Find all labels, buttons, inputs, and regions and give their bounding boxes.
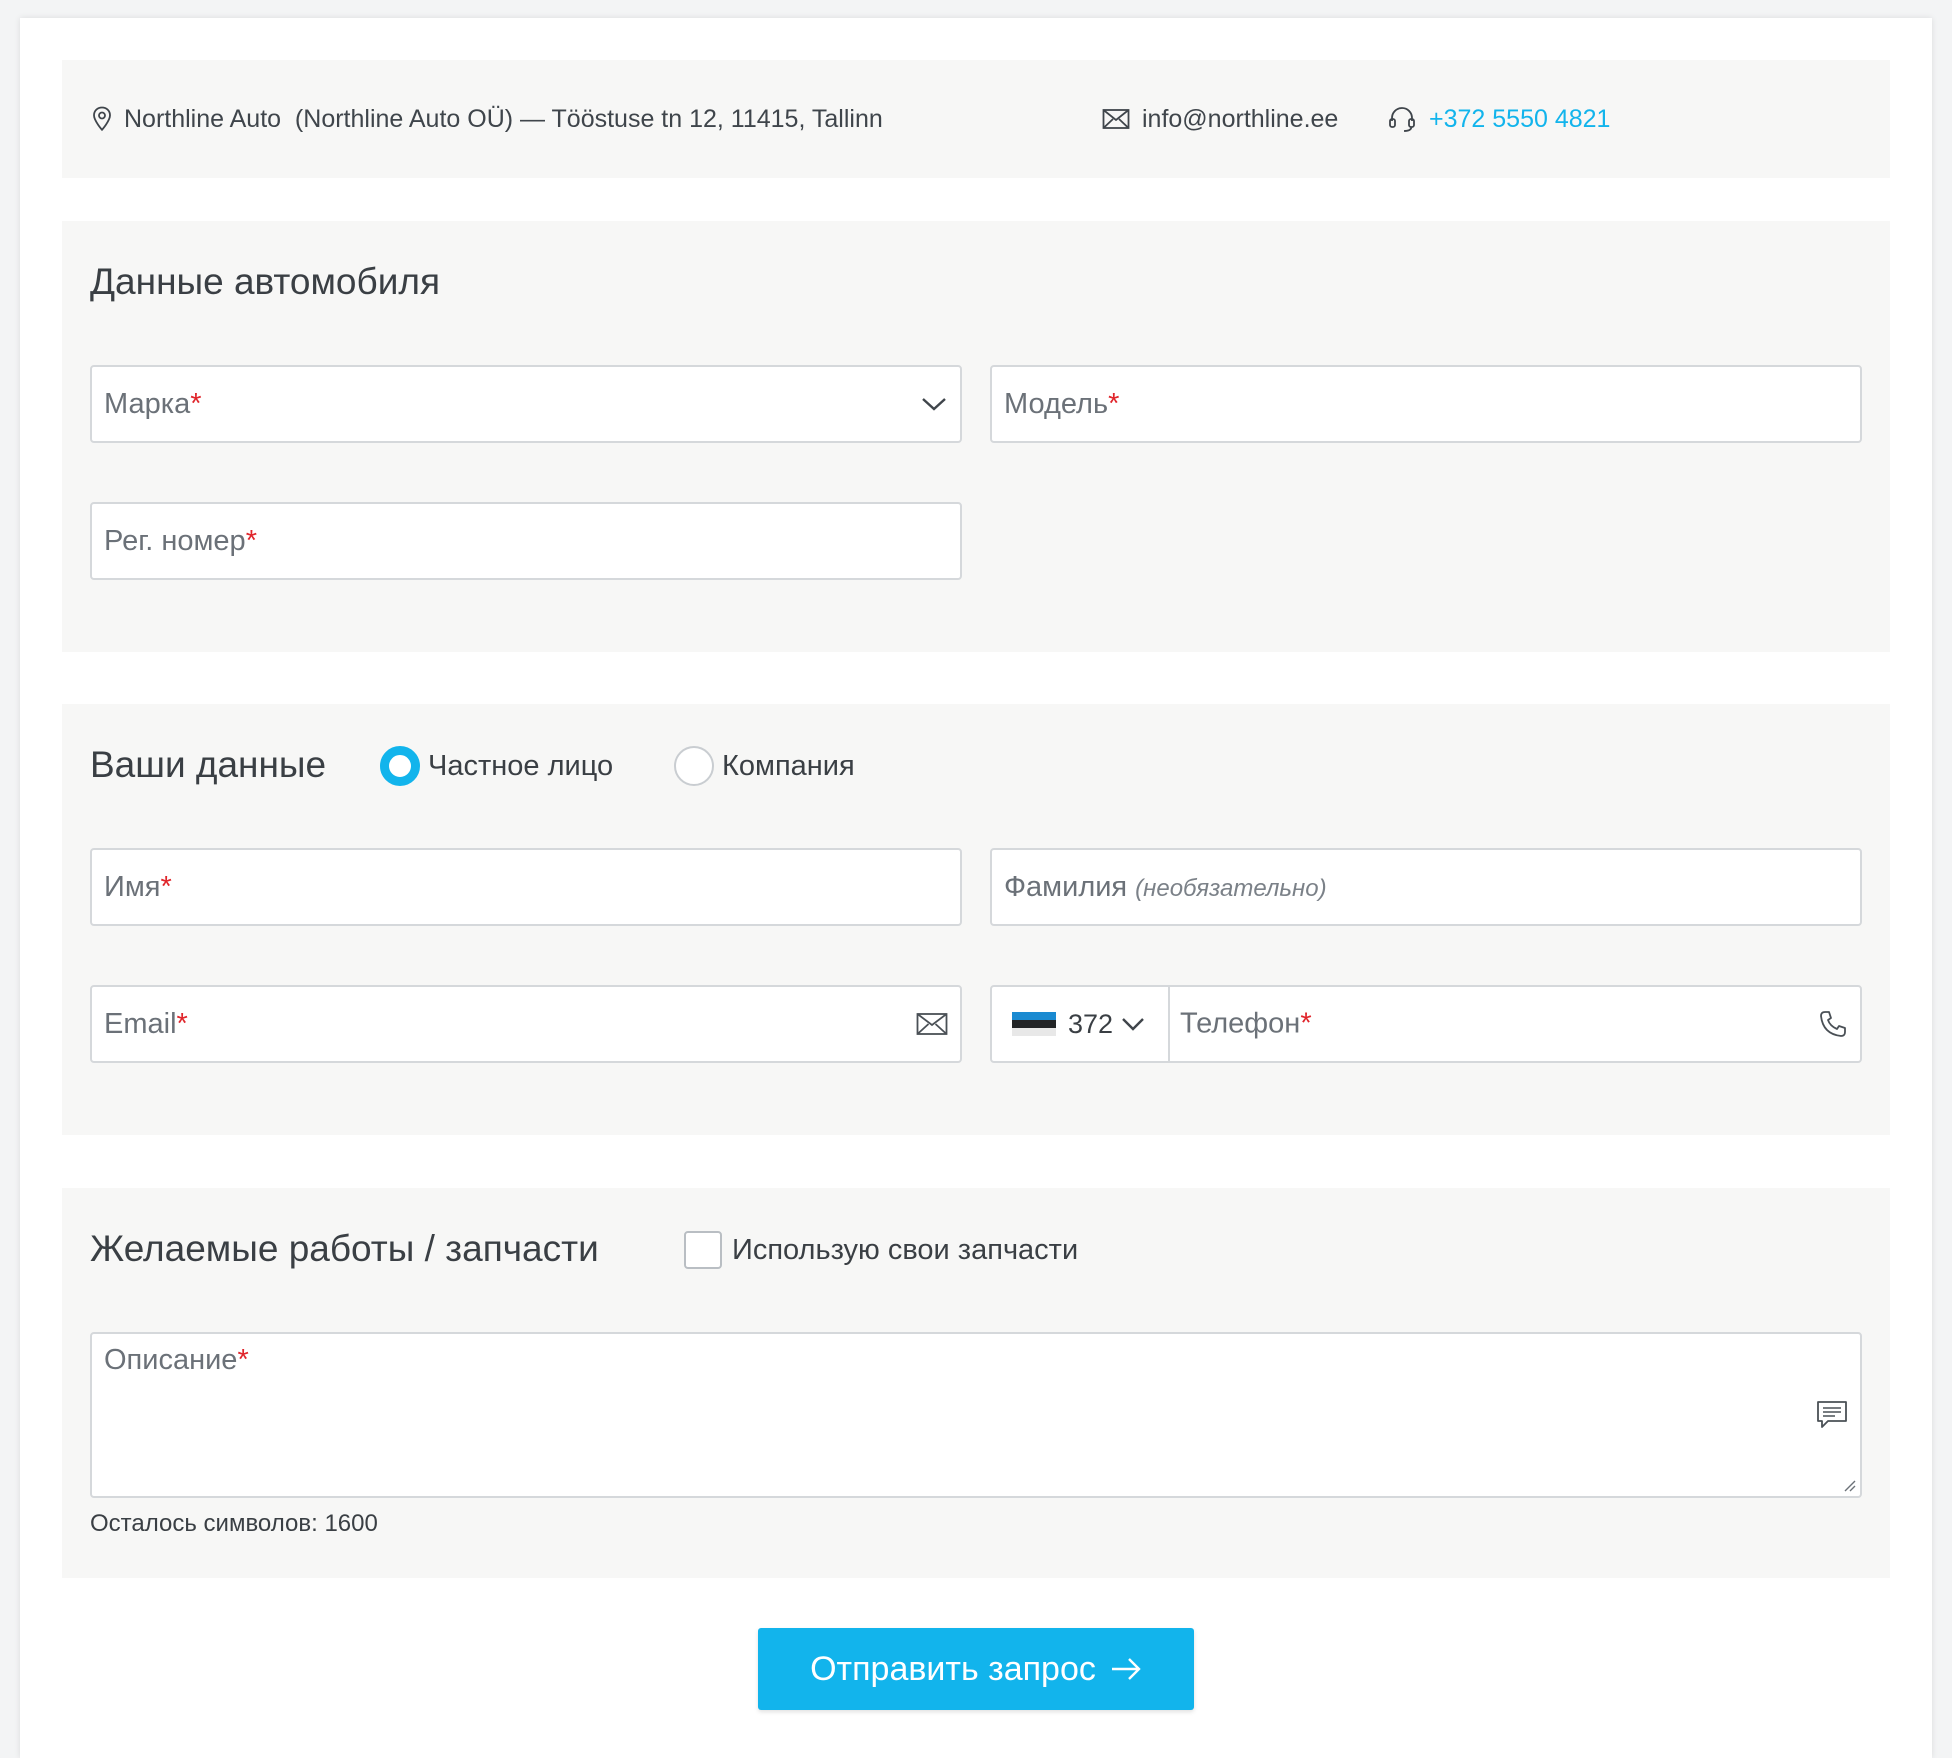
required-mark: * bbox=[245, 524, 257, 557]
first-name-label: Имя* bbox=[92, 871, 172, 904]
last-name-input[interactable]: Фамилия (необязательно) bbox=[990, 848, 1862, 926]
radio-company[interactable]: Компания bbox=[674, 746, 855, 786]
reg-number-input[interactable]: Рег. номер* bbox=[90, 502, 962, 580]
email-link[interactable]: info@northline.ee bbox=[1142, 105, 1338, 134]
first-name-input[interactable]: Имя* bbox=[90, 848, 962, 926]
email-label-text: Email bbox=[104, 1007, 177, 1040]
reg-label-text: Рег. номер bbox=[104, 524, 246, 557]
phone-icon bbox=[1820, 1011, 1846, 1037]
reg-number-label: Рег. номер* bbox=[92, 525, 257, 558]
own-parts-checkbox[interactable]: Использую свои запчасти bbox=[684, 1231, 1078, 1269]
radio-company-label: Компания bbox=[722, 749, 855, 782]
description-label: Описание* bbox=[92, 1334, 249, 1377]
last-name-label: Фамилия (необязательно) bbox=[992, 871, 1327, 904]
vehicle-section: Данные автомобиля Марка* Модель* Рег. но… bbox=[62, 221, 1890, 652]
submit-button[interactable]: Отправить запрос bbox=[758, 1628, 1194, 1710]
email-label: Email* bbox=[92, 1008, 188, 1041]
required-mark: * bbox=[190, 387, 202, 420]
customer-section: Ваши данные Частное лицо Компания Имя* Ф… bbox=[62, 704, 1890, 1135]
submit-label: Отправить запрос bbox=[810, 1649, 1096, 1688]
address-text: Northline Auto (Northline Auto OÜ) — Töö… bbox=[124, 104, 883, 133]
vehicle-section-title: Данные автомобиля bbox=[90, 261, 440, 302]
radio-private[interactable]: Частное лицо bbox=[380, 746, 613, 786]
first-name-label-text: Имя bbox=[104, 870, 161, 903]
optional-note: (необязательно) bbox=[1135, 874, 1327, 902]
required-mark: * bbox=[237, 1344, 249, 1376]
headset-icon bbox=[1389, 107, 1415, 132]
make-label: Марка* bbox=[92, 388, 202, 421]
email-input[interactable]: Email* bbox=[90, 985, 962, 1063]
estonia-flag-icon bbox=[1012, 1012, 1056, 1036]
envelope-icon bbox=[1102, 109, 1130, 129]
country-code: 372 bbox=[1068, 1008, 1114, 1039]
description-textarea[interactable]: Описание* bbox=[90, 1332, 1862, 1498]
chars-left-counter: Осталось символов: 1600 bbox=[90, 1510, 378, 1537]
envelope-icon bbox=[916, 1013, 948, 1035]
chevron-down-icon bbox=[922, 398, 946, 411]
radio-company-button[interactable] bbox=[674, 746, 714, 786]
chevron-down-icon bbox=[1122, 1018, 1144, 1031]
model-label-text: Модель bbox=[1004, 387, 1109, 420]
phone-link[interactable]: +372 5550 4821 bbox=[1429, 105, 1610, 134]
comment-icon bbox=[1817, 1401, 1847, 1428]
model-input[interactable]: Модель* bbox=[990, 365, 1862, 443]
work-section: Желаемые работы / запчасти Использую сво… bbox=[62, 1188, 1890, 1578]
location-pin-icon bbox=[93, 106, 111, 132]
required-mark: * bbox=[160, 870, 172, 903]
radio-private-label: Частное лицо bbox=[428, 749, 614, 782]
model-label: Модель* bbox=[992, 388, 1119, 421]
required-mark: * bbox=[1108, 387, 1120, 420]
own-parts-checkbox-box[interactable] bbox=[684, 1231, 722, 1269]
contact-address: Northline Auto (Northline Auto OÜ) — Töö… bbox=[92, 60, 883, 178]
request-form-card: Northline Auto (Northline Auto OÜ) — Töö… bbox=[20, 18, 1932, 1758]
arrow-right-icon bbox=[1111, 1658, 1141, 1680]
resize-handle-icon[interactable] bbox=[1842, 1478, 1856, 1492]
contact-info-bar: Northline Auto (Northline Auto OÜ) — Töö… bbox=[62, 60, 1890, 178]
description-label-text: Описание bbox=[104, 1344, 238, 1376]
make-select[interactable]: Марка* bbox=[90, 365, 962, 443]
required-mark: * bbox=[1300, 1007, 1312, 1040]
customer-section-title: Ваши данные bbox=[90, 744, 327, 785]
contact-email[interactable]: info@northline.ee bbox=[1102, 60, 1338, 178]
required-mark: * bbox=[176, 1007, 188, 1040]
make-label-text: Марка bbox=[104, 387, 191, 420]
phone-label[interactable]: Телефон* bbox=[1168, 1008, 1312, 1041]
last-name-label-text: Фамилия bbox=[1004, 870, 1128, 903]
own-parts-label: Использую свои запчасти bbox=[732, 1233, 1079, 1266]
work-section-title: Желаемые работы / запчасти bbox=[90, 1228, 599, 1269]
country-code-select[interactable]: 372 bbox=[992, 987, 1170, 1061]
radio-private-button[interactable] bbox=[380, 746, 420, 786]
contact-phone[interactable]: +372 5550 4821 bbox=[1387, 60, 1610, 178]
phone-input-group[interactable]: 372 Телефон* bbox=[990, 985, 1862, 1063]
phone-label-text: Телефон bbox=[1180, 1007, 1301, 1040]
